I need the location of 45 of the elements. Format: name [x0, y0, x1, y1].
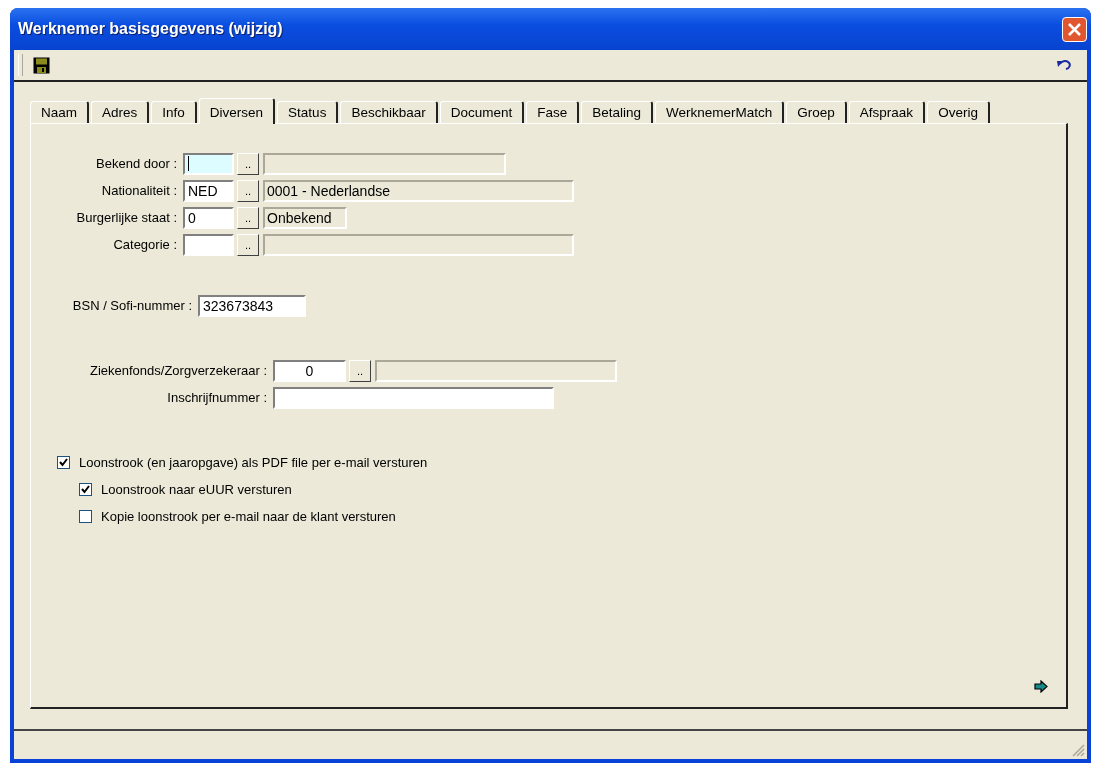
field-label: Ziekenfonds/Zorgverzekeraar : [88, 363, 268, 378]
browse-button[interactable]: .. [237, 206, 259, 229]
close-button[interactable] [1062, 16, 1087, 42]
browse-button[interactable]: .. [237, 233, 259, 256]
description-field: 0001 - Nederlandse [263, 179, 574, 202]
tab[interactable]: Info [151, 101, 197, 123]
checkbox-label: Loonstrook (en jaaropgave) als PDF file per e-mail versturen [79, 455, 428, 470]
description-field: Onbekend [263, 206, 347, 229]
checkbox-label: Loonstrook naar eUUR versturen [101, 482, 292, 497]
field-label: Burgerlijke staat : [75, 210, 178, 225]
bsn-field[interactable]: 323673843 [198, 294, 306, 317]
tab[interactable]: Betaling [581, 101, 654, 123]
registration-field[interactable] [273, 386, 554, 409]
code-field[interactable] [183, 233, 234, 256]
checkbox[interactable] [79, 483, 92, 496]
field-label: BSN / Sofi-nummer : [71, 298, 193, 313]
code-field[interactable]: 0 [273, 359, 346, 382]
checkbox[interactable] [79, 510, 92, 523]
tab[interactable]: Beschikbaar [340, 101, 438, 123]
code-field[interactable]: 0 [183, 206, 234, 229]
arrow-right-icon[interactable] [1034, 680, 1048, 693]
tab[interactable]: WerknemerMatch [655, 101, 785, 123]
browse-button[interactable]: .. [237, 179, 259, 202]
tab[interactable]: Afspraak [848, 101, 926, 123]
resize-grip-icon[interactable] [1071, 743, 1085, 757]
tab[interactable]: Naam [30, 101, 89, 123]
field-label: Inschrijfnummer : [166, 390, 268, 405]
field-label: Bekend door : [95, 156, 178, 171]
window-title: Werknemer basisgegevens (wijzig) [18, 20, 283, 38]
tab[interactable]: Adres [91, 101, 150, 123]
tab[interactable]: Fase [526, 101, 580, 123]
field-label: Categorie : [112, 237, 178, 252]
checkbox-label: Kopie loonstrook per e-mail naar de klant versturen [101, 509, 396, 524]
tab[interactable]: Groep [786, 101, 847, 123]
code-field[interactable]: NED [183, 179, 234, 202]
field-label: Nationaliteit : [100, 183, 178, 198]
checkbox[interactable] [57, 456, 70, 469]
tab[interactable]: Overig [927, 101, 990, 123]
tab[interactable]: Status [277, 101, 339, 123]
close-icon [1067, 21, 1082, 37]
browse-button[interactable]: .. [349, 359, 371, 382]
code-field[interactable] [183, 152, 234, 175]
tab[interactable]: Document [439, 101, 525, 123]
tab[interactable]: Diversen [198, 98, 276, 124]
browse-button[interactable]: .. [237, 152, 259, 175]
